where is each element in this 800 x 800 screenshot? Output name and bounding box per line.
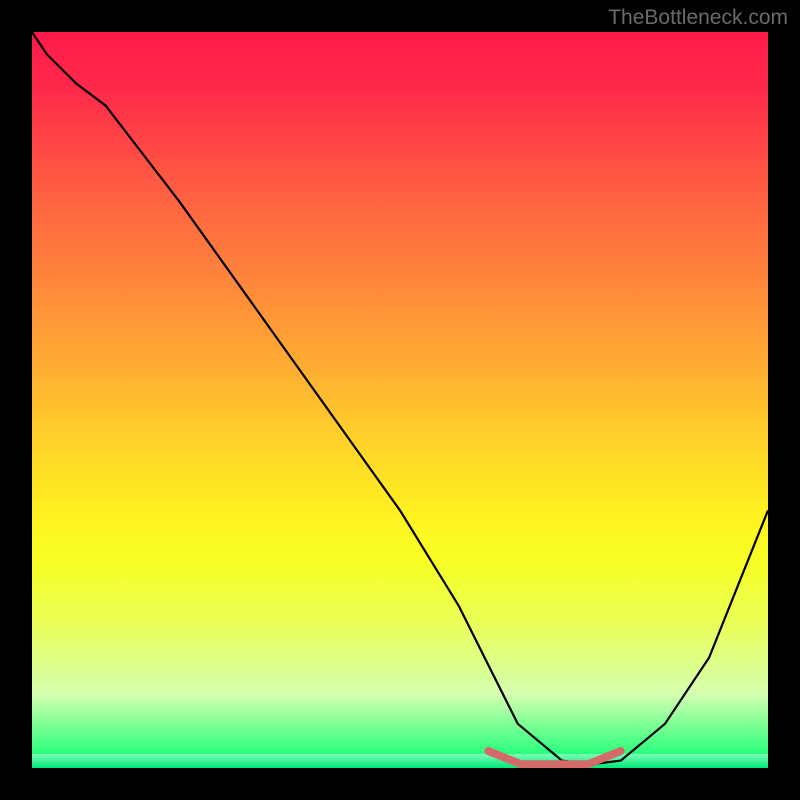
curve-svg xyxy=(32,32,768,768)
bottleneck-curve-line xyxy=(32,32,768,764)
chart-plot-area xyxy=(32,32,768,768)
bottom-accent-segment xyxy=(488,751,621,764)
watermark-text: TheBottleneck.com xyxy=(608,6,788,30)
